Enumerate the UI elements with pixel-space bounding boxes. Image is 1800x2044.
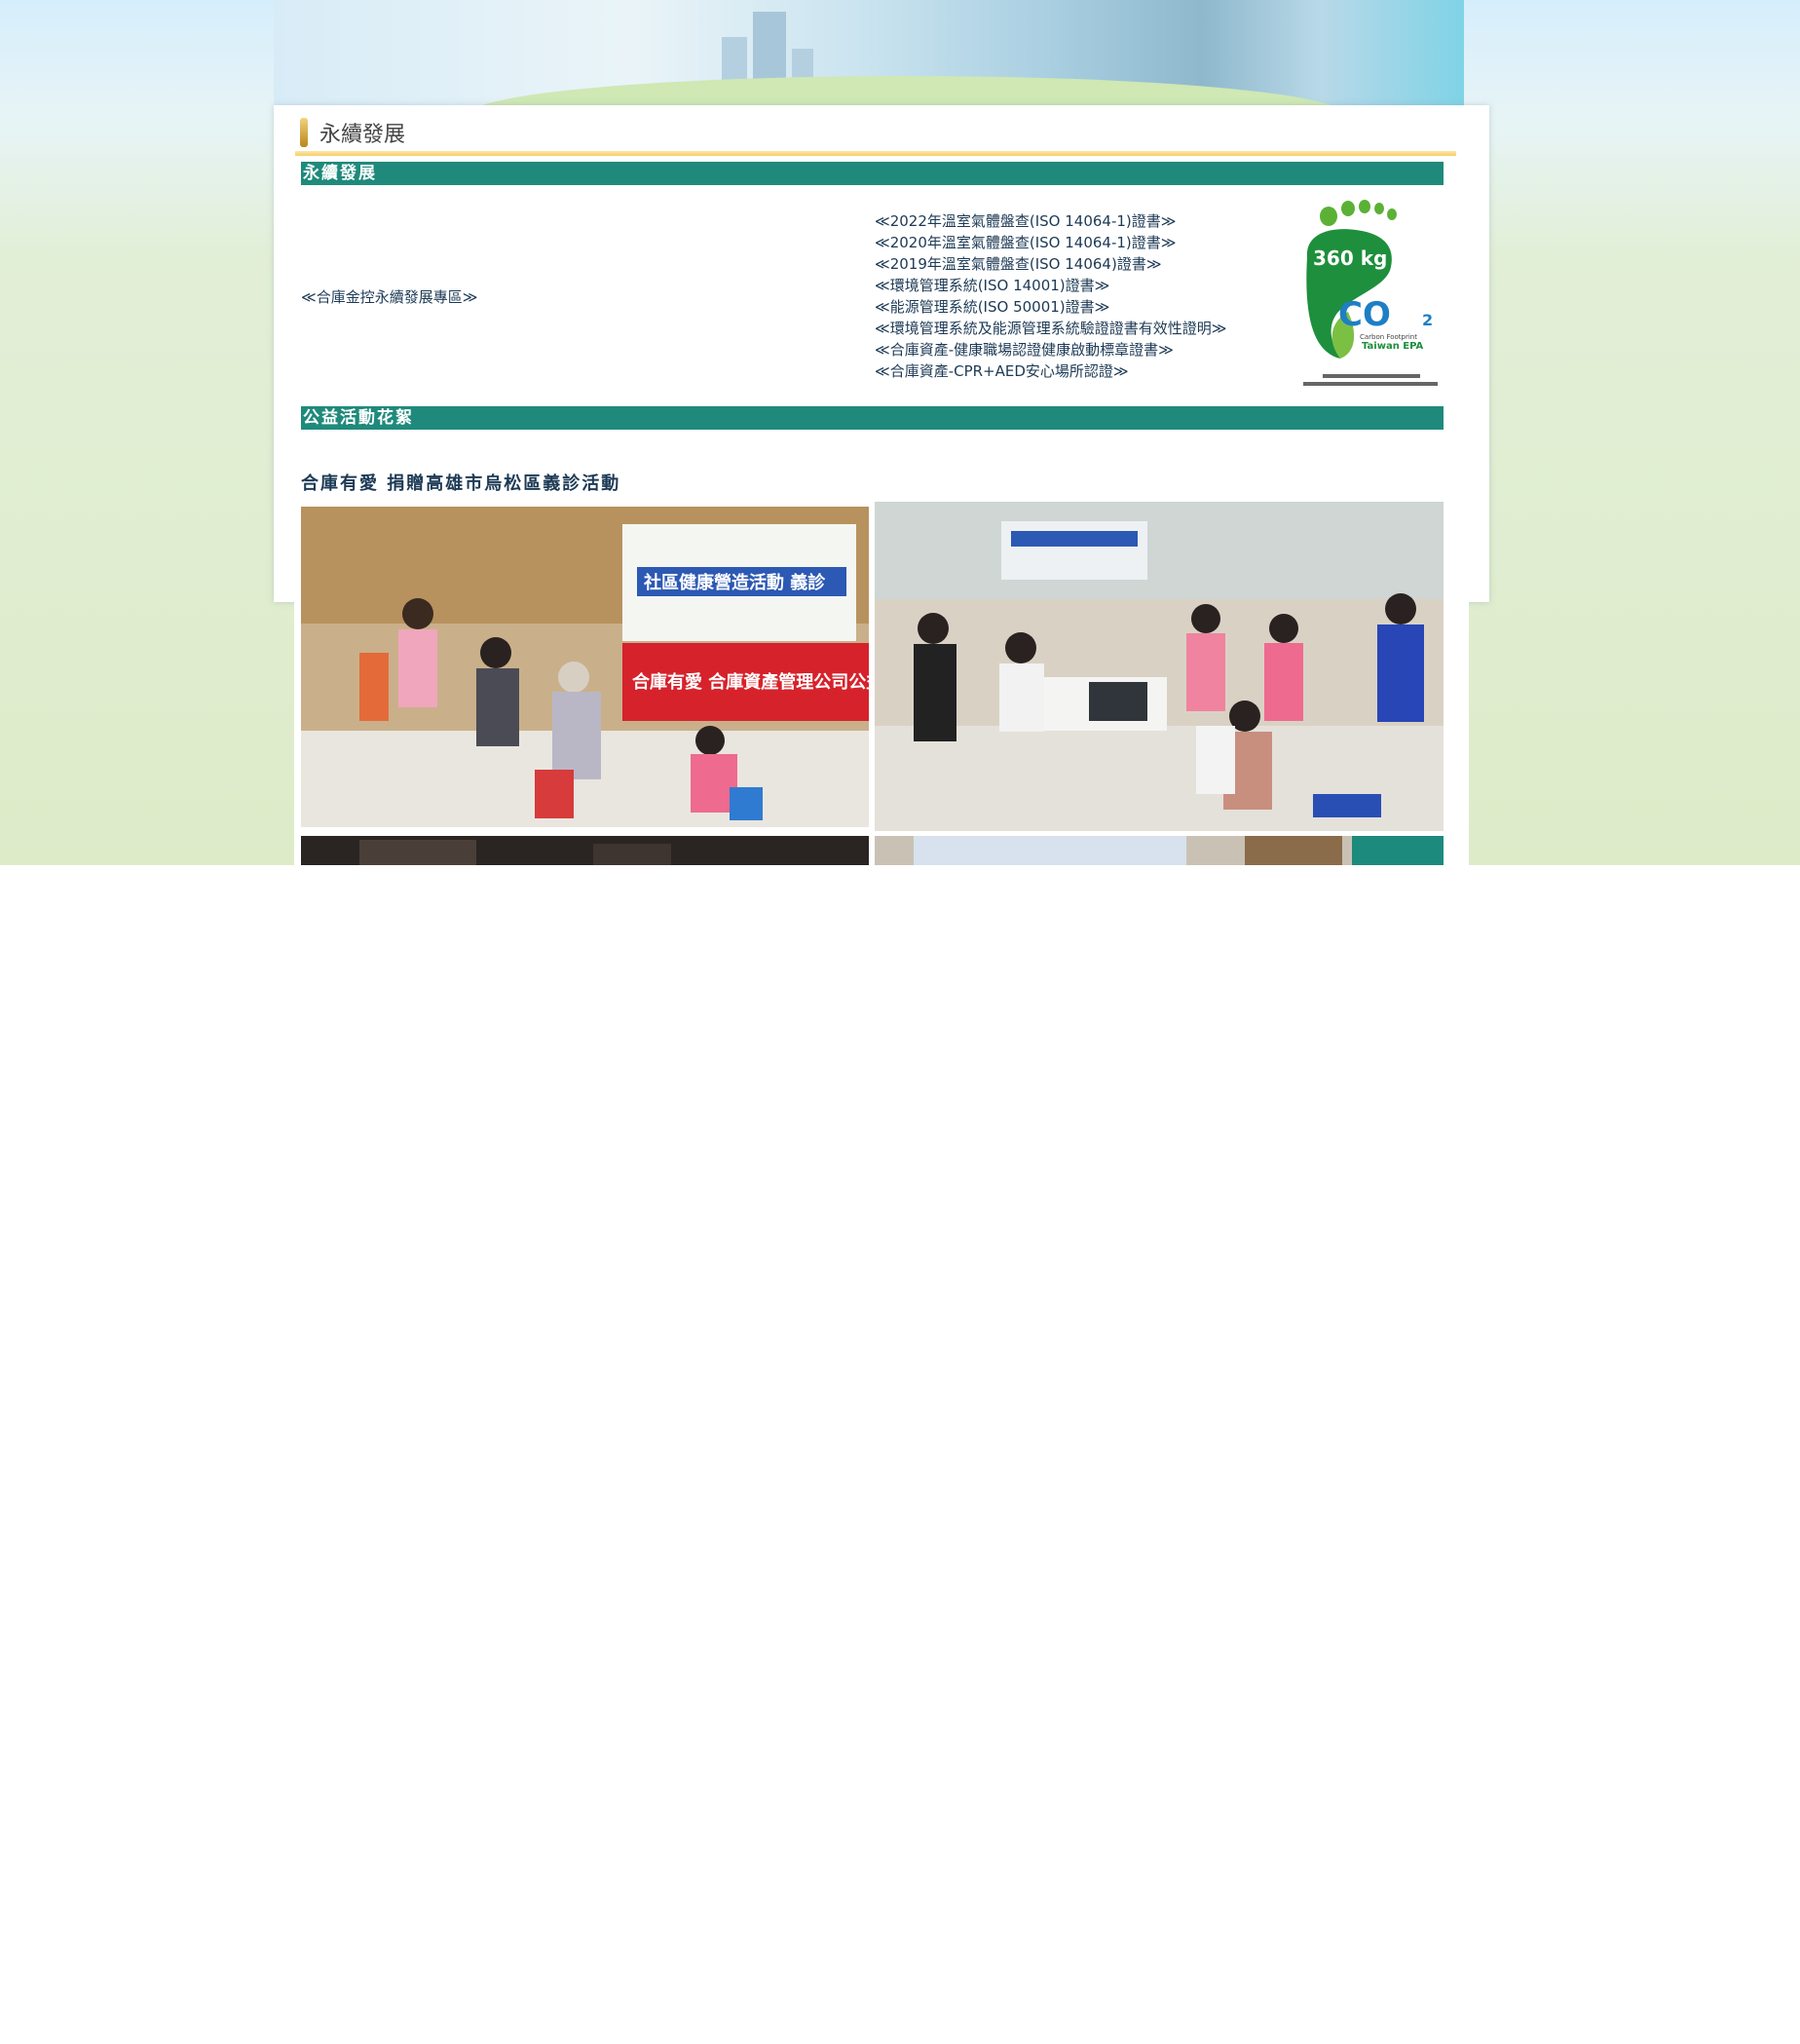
- carbon-footprint-label-icon[interactable]: 360 kg CO 2 Carbon Footprint Taiwan EPA: [1297, 197, 1444, 392]
- header-banner: [274, 0, 1464, 105]
- page-title: 永續發展: [319, 123, 406, 147]
- certificate-link[interactable]: ≪2022年溫室氣體盤查(ISO 14064-1)證書≫: [875, 210, 1226, 232]
- certificate-link[interactable]: ≪合庫資產-CPR+AED安心場所認證≫: [875, 360, 1226, 382]
- footprint-amount: 360 kg: [1313, 246, 1387, 270]
- activity-photo[interactable]: [875, 502, 1444, 831]
- footprint-line2: Taiwan EPA: [1362, 341, 1424, 352]
- activity-photo[interactable]: 社區健康營造活動 義診 合庫有愛 合庫資產管理公司公益活: [301, 507, 869, 827]
- title-marker-icon: [300, 118, 308, 147]
- certificate-link[interactable]: ≪2019年溫室氣體盤查(ISO 14064)證書≫: [875, 253, 1226, 275]
- section-header-charity: 公益活動花絮: [301, 406, 1444, 430]
- activity-photo[interactable]: [875, 836, 1444, 865]
- section-header-sustainability: 永續發展: [301, 162, 1444, 185]
- certificate-link[interactable]: ≪2020年溫室氣體盤查(ISO 14064-1)證書≫: [875, 232, 1226, 253]
- certificate-link[interactable]: ≪合庫資產-健康職場認證健康啟動標章證書≫: [875, 339, 1226, 360]
- footprint-co2-subscript: 2: [1422, 311, 1433, 329]
- certificate-link[interactable]: ≪環境管理系統及能源管理系統驗證證書有效性證明≫: [875, 318, 1226, 339]
- certificate-link[interactable]: ≪能源管理系統(ISO 50001)證書≫: [875, 296, 1226, 318]
- photo-banner-text: 合庫有愛 合庫資產管理公司公益活: [632, 671, 869, 693]
- banner-hill: [469, 76, 1345, 105]
- certificate-link-list: ≪2022年溫室氣體盤查(ISO 14064-1)證書≫ ≪2020年溫室氣體盤…: [875, 210, 1226, 382]
- footprint-co2: CO: [1338, 295, 1391, 334]
- footprint-line1: Carbon Footprint: [1360, 333, 1417, 341]
- activity-title: 合庫有愛 捐贈高雄市烏松區義診活動: [301, 473, 621, 494]
- sustainability-zone-link[interactable]: ≪合庫金控永續發展專區≫: [301, 286, 477, 307]
- page-title-row: 永續發展: [300, 115, 405, 150]
- photo-banner-text: 社區健康營造活動 義診: [644, 572, 826, 593]
- certificate-link[interactable]: ≪環境管理系統(ISO 14001)證書≫: [875, 275, 1226, 296]
- title-underline: [295, 151, 1456, 156]
- activity-photo[interactable]: [301, 836, 869, 865]
